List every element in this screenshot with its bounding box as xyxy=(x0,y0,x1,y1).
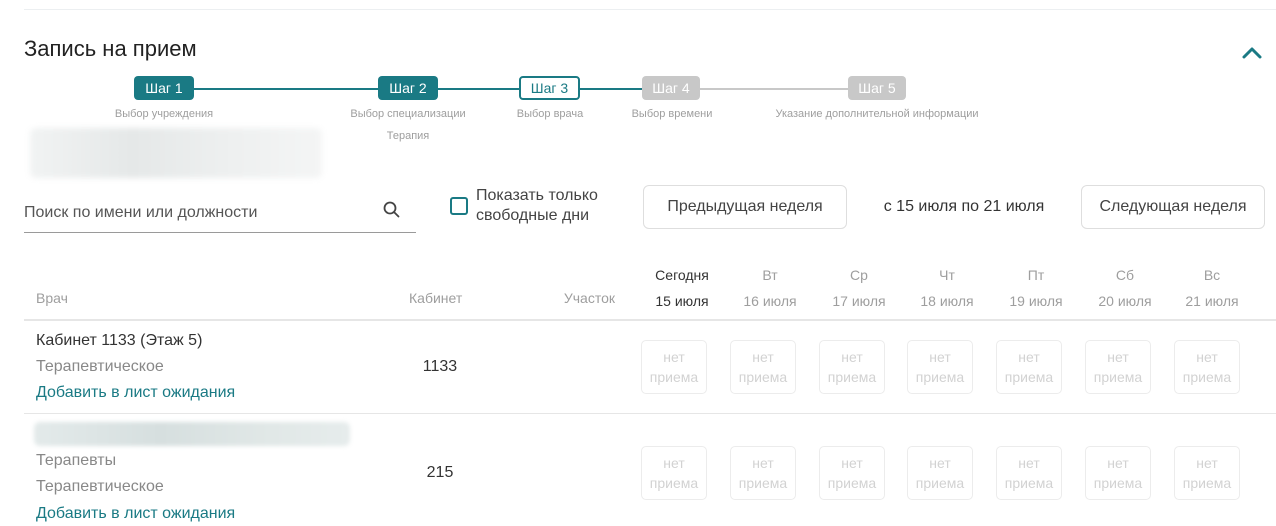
day-name: Сб xyxy=(1115,267,1135,283)
step-5-badge: Шаг 5 xyxy=(848,76,906,100)
day-date: 21 июля xyxy=(1185,293,1239,309)
cabinet-number: 1133 xyxy=(422,358,458,375)
step-1-caption: Выбор учреждения xyxy=(114,108,214,120)
step-2-selected-value: Терапия xyxy=(386,130,430,142)
time-slot-unavailable: нет приема xyxy=(819,340,885,394)
time-slot-unavailable: нет приема xyxy=(1174,446,1240,500)
step-5-caption: Указание дополнительной информации xyxy=(775,108,979,120)
step-3-badge[interactable]: Шаг 3 xyxy=(519,76,580,100)
doctor-column-header: Врач xyxy=(36,290,68,306)
cabinet-number: 215 xyxy=(426,464,454,481)
table-header-divider xyxy=(24,319,1276,321)
day-header: Пт 19 июля xyxy=(996,262,1076,314)
step-connector xyxy=(194,88,378,90)
free-days-checkbox[interactable] xyxy=(450,197,468,215)
day-header: Ср 17 июля xyxy=(819,262,899,314)
time-slot-unavailable: нет приема xyxy=(730,340,796,394)
step-connector xyxy=(580,88,642,90)
search-field xyxy=(24,196,416,233)
step-2-badge[interactable]: Шаг 2 xyxy=(378,76,438,100)
redacted-institution xyxy=(30,128,322,178)
time-slot-unavailable: нет приема xyxy=(1085,446,1151,500)
day-date: 19 июля xyxy=(1009,293,1063,309)
day-date: 20 июля xyxy=(1098,293,1152,309)
time-slot-unavailable: нет приема xyxy=(996,340,1062,394)
time-slot-unavailable: нет приема xyxy=(907,340,973,394)
row-divider xyxy=(24,413,1276,414)
district-column-header: Участок xyxy=(563,290,615,306)
day-name: Вс xyxy=(1203,267,1221,283)
day-name: Пт xyxy=(1027,267,1045,283)
cabinet-column-header: Кабинет xyxy=(409,290,463,306)
day-name: Вт xyxy=(762,267,778,283)
day-date: 17 июля xyxy=(832,293,886,309)
day-name: Сегодня xyxy=(655,267,709,283)
add-to-waitlist-link[interactable]: Добавить в лист ожидания xyxy=(36,384,235,402)
step-1-badge[interactable]: Шаг 1 xyxy=(134,76,194,100)
prev-week-button[interactable]: Предыдущая неделя xyxy=(643,185,847,229)
day-date: 15 июля xyxy=(655,293,709,309)
step-3-caption: Выбор врача xyxy=(516,108,584,120)
day-header: Вс 21 июля xyxy=(1172,262,1252,314)
time-slot-unavailable: нет приема xyxy=(996,446,1062,500)
time-slot-unavailable: нет приема xyxy=(1085,340,1151,394)
week-range: с 15 июля по 21 июля xyxy=(883,198,1045,215)
time-slot-unavailable: нет приема xyxy=(641,446,707,500)
search-input[interactable] xyxy=(24,204,364,222)
doctor-name: Кабинет 1133 (Этаж 5) xyxy=(36,332,203,349)
day-name: Ср xyxy=(850,267,868,283)
search-icon[interactable] xyxy=(382,200,402,220)
day-name: Чт xyxy=(939,267,955,283)
doctor-specialty: Терапевтическое xyxy=(36,358,164,375)
day-date: 16 июля xyxy=(743,293,797,309)
step-connector xyxy=(438,88,520,90)
time-slot-unavailable: нет приема xyxy=(730,446,796,500)
add-to-waitlist-link[interactable]: Добавить в лист ожидания xyxy=(36,505,235,523)
step-2-caption: Выбор специализации xyxy=(350,108,466,120)
time-slot-unavailable: нет приема xyxy=(1174,340,1240,394)
day-header: Сегодня 15 июля xyxy=(642,262,722,314)
free-days-label[interactable]: Показать только свободные дни xyxy=(476,186,626,226)
doctor-position: Терапевты xyxy=(36,452,117,469)
day-header: Сб 20 июля xyxy=(1085,262,1165,314)
time-slot-unavailable: нет приема xyxy=(819,446,885,500)
step-connector xyxy=(700,88,848,90)
step-4-badge: Шаг 4 xyxy=(642,76,700,100)
redacted-doctor-name xyxy=(34,422,350,446)
doctor-specialty: Терапевтическое xyxy=(36,478,164,495)
time-slot-unavailable: нет приема xyxy=(641,340,707,394)
day-date: 18 июля xyxy=(920,293,974,309)
time-slot-unavailable: нет приема xyxy=(907,446,973,500)
day-header: Вт 16 июля xyxy=(730,262,810,314)
step-4-caption: Выбор времени xyxy=(631,108,713,120)
next-week-button[interactable]: Следующая неделя xyxy=(1081,185,1265,229)
day-header: Чт 18 июля xyxy=(907,262,987,314)
